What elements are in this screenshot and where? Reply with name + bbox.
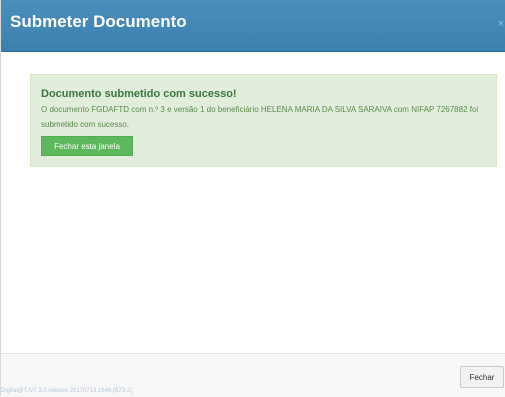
modal-footer: Fechar Digital@T.IvT 3.3 release 2017071…: [1, 353, 505, 397]
alert-heading: Documento submetido com sucesso!: [41, 88, 237, 100]
modal-title: Submeter Documento: [10, 12, 187, 31]
close-button[interactable]: Fechar: [460, 366, 504, 388]
alert-message: O documento FGDAFTD com n.º 3 e versão 1…: [41, 105, 479, 129]
close-icon[interactable]: ×: [498, 18, 504, 30]
modal-header: Submeter Documento ×: [1, 0, 505, 52]
success-alert: Documento submetido com sucesso! O docum…: [30, 74, 497, 167]
submit-document-modal: Submeter Documento × Documento submetido…: [0, 0, 505, 397]
close-window-button[interactable]: Fechar esta janela: [41, 136, 133, 156]
version-label: Digital@T.IvT 3.3 release 20170713.1646 …: [1, 388, 133, 394]
